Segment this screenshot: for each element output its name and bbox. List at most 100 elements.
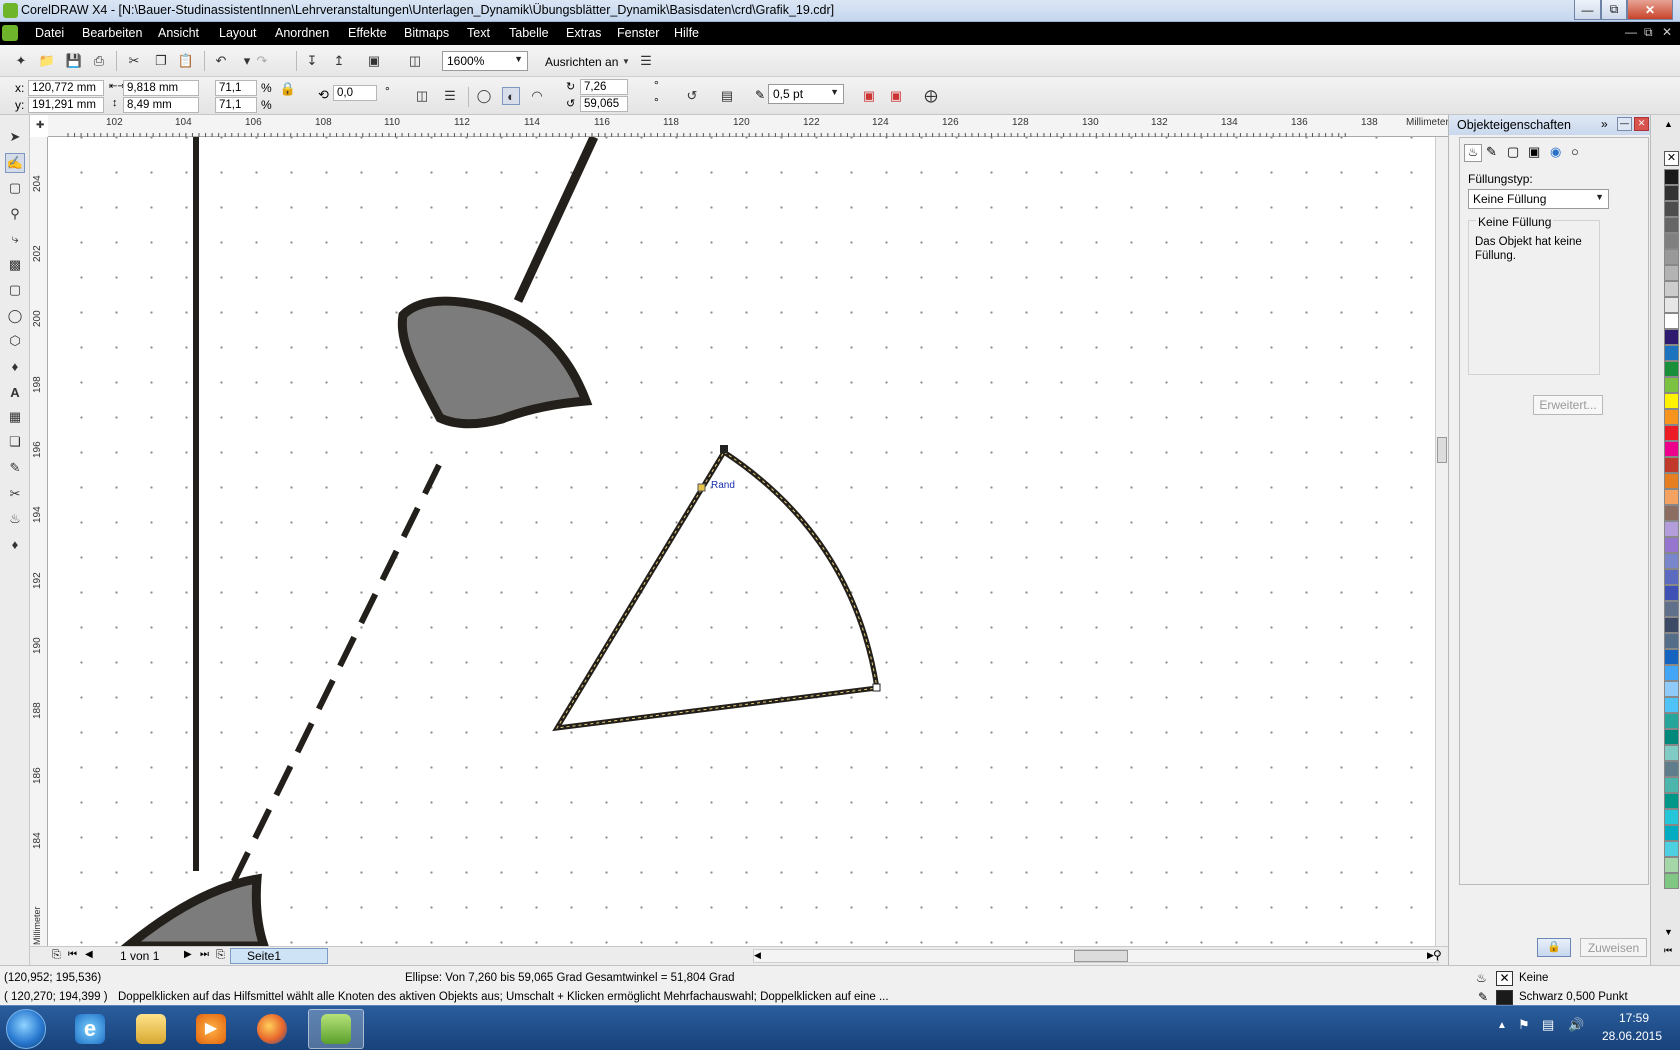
pick-tool-icon[interactable]: ➤ xyxy=(5,127,25,147)
ruler-origin-icon[interactable]: ✚ xyxy=(36,120,44,131)
node-handle[interactable] xyxy=(872,683,881,692)
menu-text[interactable]: Text xyxy=(467,26,490,40)
menu-effekte[interactable]: Effekte xyxy=(348,26,387,40)
freehand-tool-icon[interactable]: ⤷ xyxy=(5,229,25,249)
color-swatch[interactable] xyxy=(1664,569,1679,585)
add-page-end-icon[interactable]: ⎘ xyxy=(216,949,225,962)
color-swatch[interactable] xyxy=(1664,249,1679,265)
node-handle[interactable] xyxy=(697,483,706,492)
no-color-swatch[interactable]: ✕ xyxy=(1664,151,1679,166)
docker-expand-icon[interactable]: » xyxy=(1601,117,1608,131)
firefox-taskbar-button[interactable] xyxy=(244,1009,300,1049)
internet-tab-icon[interactable]: ◉ xyxy=(1550,144,1561,160)
save-icon[interactable]: 💾 xyxy=(65,52,83,70)
start-button[interactable] xyxy=(6,1009,46,1049)
doc-minimize-button[interactable]: — xyxy=(1625,25,1637,39)
scale-x-field[interactable]: 71,1 xyxy=(215,80,257,96)
x-position-field[interactable]: 120,772 mm xyxy=(28,80,104,96)
add-page-icon[interactable]: ⎘ xyxy=(52,949,61,962)
next-page-icon[interactable]: ▶ xyxy=(184,949,192,960)
scroll-left-icon[interactable]: ◀ xyxy=(754,950,761,961)
horizontal-ruler[interactable]: ✚ 102 104 106 108 110 112 114 116 118 12… xyxy=(36,115,1449,137)
restore-window-button[interactable]: ⧉ xyxy=(1601,0,1627,20)
menu-fenster[interactable]: Fenster xyxy=(617,26,659,40)
color-swatch[interactable] xyxy=(1664,505,1679,521)
print-icon[interactable]: ⎙ xyxy=(90,52,108,70)
options-icon[interactable]: ☰ xyxy=(637,52,655,70)
menu-layout[interactable]: Layout xyxy=(219,26,257,40)
outline-tab-icon[interactable]: ✎ xyxy=(1486,144,1497,160)
clock-time[interactable]: 17:59 xyxy=(1604,1011,1664,1025)
color-swatch[interactable] xyxy=(1664,313,1679,329)
pie-mode-icon[interactable]: ◐ xyxy=(502,87,520,105)
explorer-taskbar-button[interactable] xyxy=(123,1009,179,1049)
change-direction-icon[interactable]: ↺ xyxy=(683,87,701,105)
color-swatch[interactable] xyxy=(1664,185,1679,201)
mirror-horizontal-icon[interactable]: ◫ xyxy=(413,87,431,105)
outline-width-dropdown[interactable]: 0,5 pt ▼ xyxy=(768,84,844,104)
horizontal-scrollbar-thumb[interactable] xyxy=(1074,950,1128,962)
menu-ansicht[interactable]: Ansicht xyxy=(158,26,199,40)
color-swatch[interactable] xyxy=(1664,617,1679,633)
color-swatch[interactable] xyxy=(1664,601,1679,617)
eyedropper-tool-icon[interactable]: ✎ xyxy=(5,458,25,478)
color-swatch[interactable] xyxy=(1664,857,1679,873)
zoom-level-dropdown[interactable]: 1600% ▼ xyxy=(442,51,528,71)
color-swatch[interactable] xyxy=(1664,489,1679,505)
color-swatch[interactable] xyxy=(1664,745,1679,761)
fill-tool-icon[interactable]: ♨ xyxy=(5,509,25,529)
snap-to-dropdown[interactable]: Ausrichten an xyxy=(545,55,618,69)
palette-expand-icon[interactable]: ⏮ xyxy=(1664,945,1672,956)
menu-bitmaps[interactable]: Bitmaps xyxy=(404,26,449,40)
palette-scroll-up-icon[interactable]: ▲ xyxy=(1664,119,1673,129)
cut-icon[interactable]: ✂ xyxy=(125,52,143,70)
vertical-scrollbar-thumb[interactable] xyxy=(1437,437,1447,463)
color-swatch[interactable] xyxy=(1664,169,1679,185)
rectangle-tool-icon[interactable]: ▢ xyxy=(5,280,25,300)
color-swatch[interactable] xyxy=(1664,233,1679,249)
horizontal-scrollbar[interactable]: ◀ ▶ xyxy=(753,949,1439,963)
docker-minimize-icon[interactable]: — xyxy=(1617,117,1632,131)
show-hidden-icons-icon[interactable]: ▲ xyxy=(1497,1020,1507,1031)
crop-tool-icon[interactable]: ▢ xyxy=(5,178,25,198)
color-swatch[interactable] xyxy=(1664,873,1679,889)
paste-icon[interactable]: 📋 xyxy=(177,52,195,70)
color-swatch[interactable] xyxy=(1664,553,1679,569)
scale-y-field[interactable]: 71,1 xyxy=(215,97,257,113)
to-back-icon[interactable]: ▣ xyxy=(887,87,905,105)
color-swatch[interactable] xyxy=(1664,409,1679,425)
color-swatch[interactable] xyxy=(1664,825,1679,841)
color-swatch[interactable] xyxy=(1664,281,1679,297)
menu-datei[interactable]: Datei xyxy=(35,26,64,40)
basic-shapes-tool-icon[interactable]: ♦ xyxy=(5,356,25,376)
doc-restore-button[interactable]: ⧉ xyxy=(1644,25,1653,40)
lock-icon[interactable]: 🔒 xyxy=(1537,938,1571,957)
menu-anordnen[interactable]: Anordnen xyxy=(275,26,329,40)
color-swatch[interactable] xyxy=(1664,777,1679,793)
mirror-vertical-icon[interactable]: ☰ xyxy=(441,87,459,105)
new-icon[interactable]: ✦ xyxy=(12,52,30,70)
color-swatch[interactable] xyxy=(1664,457,1679,473)
color-swatch[interactable] xyxy=(1664,809,1679,825)
to-front-icon[interactable]: ▣ xyxy=(860,87,878,105)
wrap-text-icon[interactable]: ▤ xyxy=(718,87,736,105)
color-swatch[interactable] xyxy=(1664,633,1679,649)
color-swatch[interactable] xyxy=(1664,681,1679,697)
color-swatch[interactable] xyxy=(1664,345,1679,361)
menu-bearbeiten[interactable]: Bearbeiten xyxy=(82,26,142,40)
color-swatch[interactable] xyxy=(1664,393,1679,409)
volume-icon[interactable]: 🔊 xyxy=(1568,1017,1584,1033)
width-field[interactable]: 9,818 mm xyxy=(123,80,199,96)
undo-icon[interactable]: ↶ xyxy=(212,52,230,70)
advanced-button[interactable]: Erweitert... xyxy=(1533,395,1603,415)
docker-close-icon[interactable]: ✕ xyxy=(1634,117,1649,131)
import-icon[interactable]: ↧ xyxy=(303,52,321,70)
general-tab-icon[interactable]: ▢ xyxy=(1507,144,1519,160)
fill-tab-icon[interactable]: ♨ xyxy=(1464,144,1482,162)
no-fill-swatch-icon[interactable]: ✕ xyxy=(1496,971,1513,986)
color-swatch[interactable] xyxy=(1664,665,1679,681)
application-launcher-icon[interactable]: ▣ xyxy=(365,52,383,70)
assign-button[interactable]: Zuweisen xyxy=(1580,938,1647,957)
pendulum-bob-upper-shape[interactable] xyxy=(397,296,593,429)
color-swatch[interactable] xyxy=(1664,425,1679,441)
